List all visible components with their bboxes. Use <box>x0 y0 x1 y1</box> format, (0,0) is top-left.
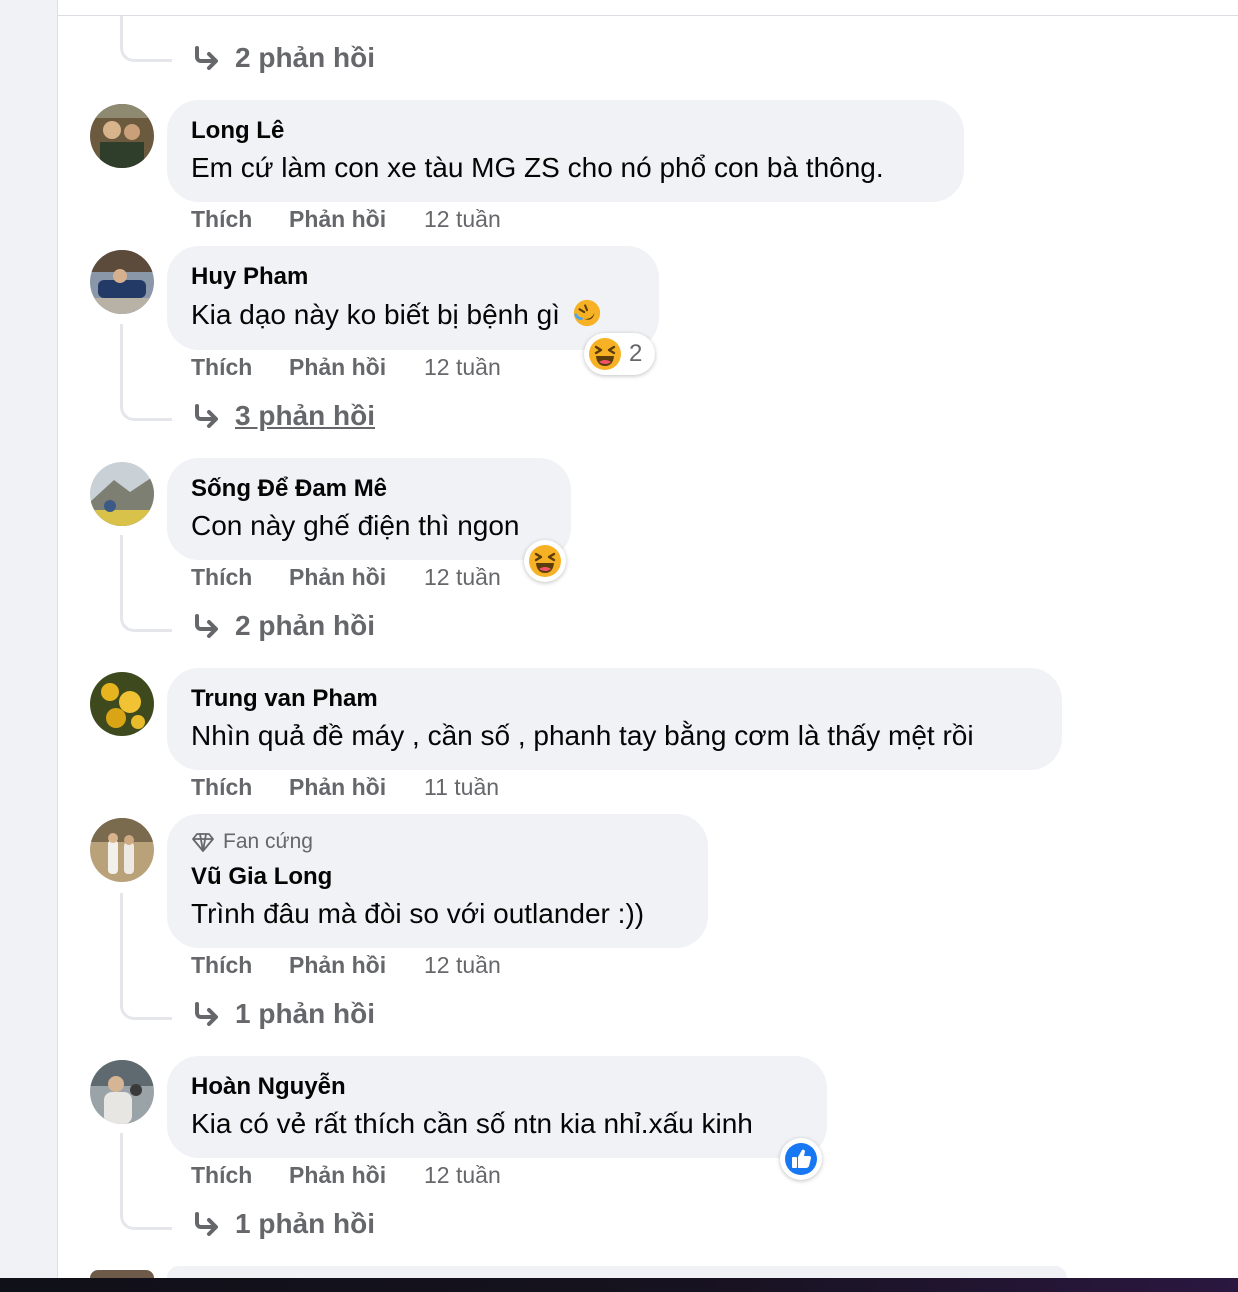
thread-line <box>120 535 172 632</box>
comment-bubble: Huy Pham Kia dạo này ko biết bị bệnh gì <box>167 246 659 350</box>
thread-line <box>120 324 172 421</box>
reply-button[interactable]: Phản hồi <box>289 774 424 801</box>
reaction-summary[interactable] <box>524 540 566 582</box>
avatar[interactable] <box>90 1060 154 1124</box>
comment-time[interactable]: 11 tuần <box>424 774 499 801</box>
reply-arrow-icon <box>195 614 218 638</box>
avatar[interactable] <box>90 672 154 736</box>
comment-text: Trình đâu mà đòi so với outlander :)) <box>191 898 645 929</box>
reply-button[interactable]: Phản hồi <box>289 564 424 591</box>
like-button[interactable]: Thích <box>191 206 289 233</box>
haha-icon <box>529 545 561 577</box>
top-edge <box>58 0 1238 16</box>
like-icon <box>785 1143 817 1175</box>
comment-text: Con này ghế điện thì ngon <box>191 510 520 541</box>
reply-arrow-icon <box>195 1212 218 1236</box>
reply-button[interactable]: Phản hồi <box>289 952 424 979</box>
comment-actions: Thích Phản hồi 12 tuần <box>191 1162 501 1189</box>
comment-text-content: Kia dạo này ko biết bị bệnh gì <box>191 299 560 330</box>
avatar[interactable] <box>90 818 154 882</box>
like-button[interactable]: Thích <box>191 354 289 381</box>
comment-text: Kia có vẻ rất thích cần số ntn kia nhỉ.x… <box>191 1108 753 1139</box>
comment-bubble: Sống Để Đam Mê Con này ghế điện thì ngon <box>167 458 571 560</box>
view-replies-link[interactable]: 1 phản hồi <box>191 998 375 1030</box>
comment-time[interactable]: 12 tuần <box>424 206 501 233</box>
fan-badge-label: Fan cứng <box>223 830 313 853</box>
reply-arrow-icon <box>195 1002 218 1026</box>
comment-author[interactable]: Hoàn Nguyễn <box>191 1073 346 1101</box>
comment-author[interactable]: Long Lê <box>191 117 284 145</box>
reply-button[interactable]: Phản hồi <box>289 1162 424 1189</box>
comment-time[interactable]: 12 tuần <box>424 1162 501 1189</box>
reply-button[interactable]: Phản hồi <box>289 206 424 233</box>
replies-label: 3 phản hồi <box>235 400 375 431</box>
comment-time[interactable]: 12 tuần <box>424 354 501 381</box>
diamond-icon <box>192 833 214 852</box>
reaction-count: 2 <box>629 340 643 367</box>
comment-bubble: Fan cứng Vũ Gia Long Trình đâu mà đòi so… <box>167 814 708 948</box>
comment-actions: Thích Phản hồi 12 tuần <box>191 564 501 591</box>
reaction-summary[interactable] <box>780 1138 822 1180</box>
comment-text: Kia dạo này ko biết bị bệnh gì <box>191 298 602 331</box>
comment-author[interactable]: Huy Pham <box>191 263 308 291</box>
reply-button[interactable]: Phản hồi <box>289 354 424 381</box>
reply-arrow-icon <box>195 46 218 70</box>
thread-line <box>120 1133 172 1230</box>
comment-bubble: Long Lê Em cứ làm con xe tàu MG ZS cho n… <box>167 100 964 202</box>
avatar[interactable] <box>90 462 154 526</box>
comment-actions: Thích Phản hồi 12 tuần <box>191 206 501 233</box>
comment-time[interactable]: 12 tuần <box>424 952 501 979</box>
avatar[interactable] <box>90 104 154 168</box>
replies-label: 2 phản hồi <box>235 610 375 641</box>
reaction-summary[interactable]: 2 <box>584 333 656 375</box>
fan-badge: Fan cứng <box>191 830 313 854</box>
comment-author[interactable]: Trung van Pham <box>191 685 378 713</box>
view-replies-link[interactable]: 2 phản hồi <box>191 610 375 642</box>
like-button[interactable]: Thích <box>191 564 289 591</box>
comment-text: Em cứ làm con xe tàu MG ZS cho nó phổ co… <box>191 152 884 183</box>
replies-label: 2 phản hồi <box>235 42 375 73</box>
haha-icon <box>589 338 621 370</box>
taskbar-strip <box>0 1278 1238 1292</box>
like-button[interactable]: Thích <box>191 1162 289 1189</box>
comment-bubble <box>167 1266 1067 1278</box>
thread-line <box>120 893 172 1020</box>
reply-arrow-icon <box>195 404 218 428</box>
comment-author[interactable]: Sống Để Đam Mê <box>191 475 387 503</box>
like-button[interactable]: Thích <box>191 952 289 979</box>
comment-author[interactable]: Vũ Gia Long <box>191 863 332 891</box>
view-replies-link[interactable]: 2 phản hồi <box>191 42 375 74</box>
comment-actions: Thích Phản hồi 11 tuần <box>191 774 499 801</box>
like-button[interactable]: Thích <box>191 774 289 801</box>
avatar[interactable] <box>90 250 154 314</box>
comment-actions: Thích Phản hồi 12 tuần <box>191 354 501 381</box>
replies-label: 1 phản hồi <box>235 1208 375 1239</box>
replies-label: 1 phản hồi <box>235 998 375 1029</box>
rolling-laughing-emoji-icon <box>573 299 600 327</box>
left-gutter <box>0 0 58 1278</box>
view-replies-link[interactable]: 3 phản hồi <box>191 400 375 432</box>
view-replies-link[interactable]: 1 phản hồi <box>191 1208 375 1240</box>
comment-actions: Thích Phản hồi 12 tuần <box>191 952 501 979</box>
comment-text: Nhìn quả đề máy , cần số , phanh tay bằn… <box>191 720 974 751</box>
comment-time[interactable]: 12 tuần <box>424 564 501 591</box>
comment-bubble: Trung van Pham Nhìn quả đề máy , cần số … <box>167 668 1062 770</box>
comment-bubble: Hoàn Nguyễn Kia có vẻ rất thích cần số n… <box>167 1056 827 1158</box>
avatar[interactable] <box>90 1270 154 1278</box>
